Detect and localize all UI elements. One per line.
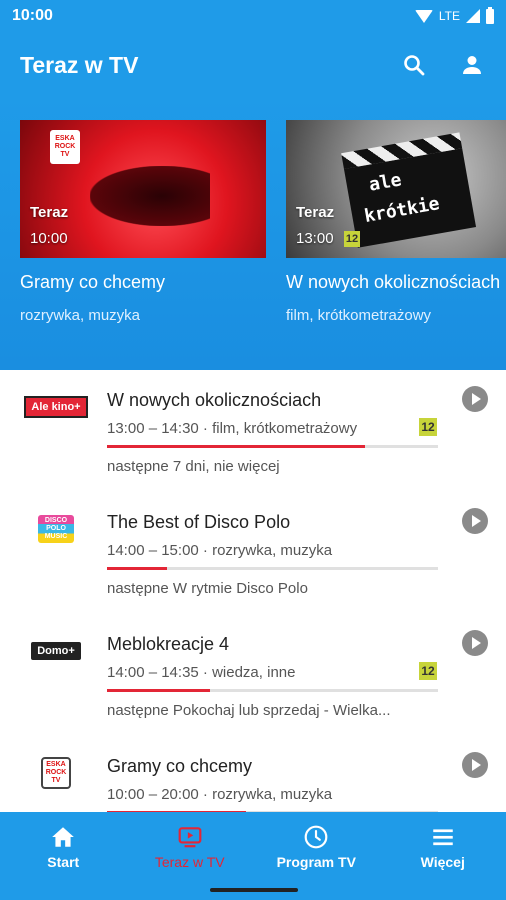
now-label: Teraz [296, 204, 335, 221]
menu-icon [433, 829, 453, 846]
battery-icon [486, 6, 494, 24]
channel-logo: ESKA ROCK TV [50, 130, 80, 164]
age-rating-badge: 12 [344, 231, 360, 247]
program-title: W nowych okolicznościach [107, 390, 322, 410]
program-time-genre: 14:00 – 15:00 · rozrywka, muzyka [107, 542, 333, 559]
hero-card-genres: rozrywka, muzyka [20, 307, 141, 324]
next-program: następne Pokochaj lub sprzedaj - Wielka.… [107, 702, 391, 719]
hero-card[interactable]: ale krótkie Teraz 13:00 12 W nowych okol… [286, 120, 506, 324]
thumbnail-image [90, 166, 210, 226]
hero-card-genres: film, krótkometrażowy [286, 307, 432, 324]
account-icon[interactable] [458, 51, 486, 79]
list-item[interactable]: Domo+ Meblokreacje 4 14:00 – 14:35 · wie… [0, 614, 506, 736]
clapperboard-image: ale krótkie [343, 148, 477, 248]
nav-label: Start [47, 854, 80, 870]
progress-bar [107, 445, 438, 448]
program-time-genre: 14:00 – 14:35 · wiedza, inne [107, 664, 296, 681]
status-icons: LTE [414, 6, 494, 24]
hero-card-title: Gramy co chcemy [20, 272, 166, 292]
next-program: następne W rytmie Disco Polo [107, 580, 308, 597]
progress-bar [107, 689, 438, 692]
nav-now-on-tv[interactable]: Teraz w TV [127, 812, 254, 900]
clock-icon [304, 825, 328, 849]
age-rating-badge: 12 [419, 418, 437, 436]
network-type: LTE [438, 9, 460, 23]
app-bar: Teraz w TV [0, 32, 506, 98]
signal-icon [466, 9, 480, 23]
program-time-genre: 10:00 – 20:00 · rozrywka, muzyka [107, 786, 333, 803]
search-icon[interactable] [400, 51, 428, 79]
age-rating-badge: 12 [419, 662, 437, 680]
list-item[interactable]: DISCO POLO MUSIC The Best of Disco Polo … [0, 492, 506, 614]
page-title: Teraz w TV [20, 51, 139, 78]
start-time: 10:00 [30, 230, 68, 247]
channel-logo: DISCO POLO MUSIC [20, 514, 92, 544]
play-icon[interactable] [462, 386, 488, 412]
home-indicator[interactable] [210, 888, 298, 892]
nav-label: Teraz w TV [154, 854, 225, 870]
start-time: 13:00 [296, 230, 334, 247]
channel-logo: Domo+ [20, 636, 92, 666]
play-icon[interactable] [462, 630, 488, 656]
play-icon[interactable] [462, 508, 488, 534]
tv-play-icon [178, 827, 202, 848]
hero-card[interactable]: ESKA ROCK TV Teraz 10:00 Gramy co chcemy… [20, 120, 266, 324]
bottom-navigation: Start Teraz w TV Program TV Więcej [0, 812, 506, 900]
nav-more[interactable]: Więcej [380, 812, 506, 900]
list-item[interactable]: ESKA ROCK TV Gramy co chcemy 10:00 – 20:… [0, 736, 506, 812]
nav-label: Więcej [420, 854, 465, 870]
hero-card-thumbnail[interactable]: ale krótkie Teraz 13:00 12 [286, 120, 506, 258]
list-item[interactable]: Ale kino+ W nowych okolicznościach 13:00… [0, 370, 506, 492]
home-icon [52, 827, 75, 847]
program-title: The Best of Disco Polo [107, 512, 291, 532]
now-on-tv-carousel[interactable]: ESKA ROCK TV Teraz 10:00 Gramy co chcemy… [0, 98, 506, 370]
nav-start[interactable]: Start [0, 812, 127, 900]
program-title: Meblokreacje 4 [107, 634, 230, 654]
nav-program-tv[interactable]: Program TV [253, 812, 380, 900]
hero-card-title: W nowych okolicznościach [286, 272, 501, 292]
status-time: 10:00 [12, 7, 53, 24]
status-bar: 10:00 LTE [0, 0, 506, 32]
channel-logo: ESKA ROCK TV [20, 757, 92, 789]
hero-card-thumbnail[interactable]: ESKA ROCK TV Teraz 10:00 [20, 120, 266, 258]
channel-logo: Ale kino+ [20, 392, 92, 422]
nav-label: Program TV [276, 854, 356, 870]
program-time-genre: 13:00 – 14:30 · film, krótkometrażowy [107, 420, 358, 437]
now-label: Teraz [30, 204, 69, 221]
next-program: następne 7 dni, nie więcej [107, 458, 280, 475]
play-icon[interactable] [462, 752, 488, 778]
program-title: Gramy co chcemy [107, 756, 253, 776]
app-bar-actions [400, 51, 486, 79]
program-list[interactable]: Ale kino+ W nowych okolicznościach 13:00… [0, 370, 506, 812]
wifi-icon [414, 9, 433, 23]
progress-bar [107, 567, 438, 570]
